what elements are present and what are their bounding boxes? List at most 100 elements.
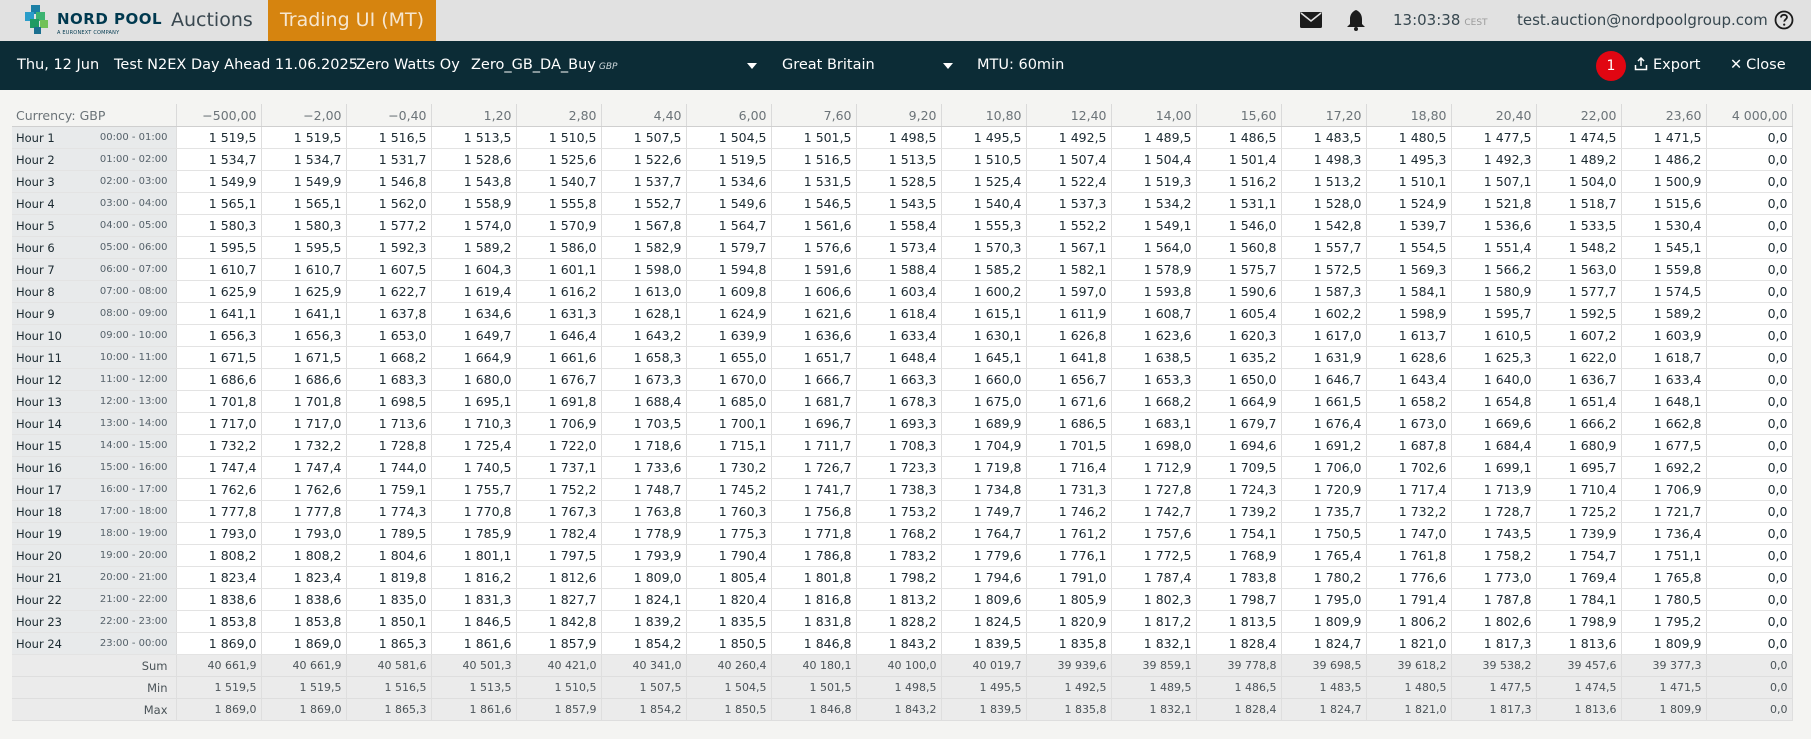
volume-cell[interactable]: 1 787,4	[1111, 566, 1197, 589]
volume-cell[interactable]: 1 577,2	[346, 214, 432, 237]
volume-cell[interactable]: 1 588,4	[856, 258, 942, 281]
volume-cell[interactable]: 1 584,1	[1366, 280, 1452, 303]
volume-cell[interactable]: 1 593,8	[1111, 280, 1197, 303]
volume-cell[interactable]: 1 724,3	[1196, 478, 1282, 501]
volume-cell[interactable]: 1 549,9	[261, 170, 347, 193]
volume-cell[interactable]: 1 633,4	[856, 324, 942, 347]
volume-cell[interactable]: 1 846,5	[431, 610, 517, 633]
volume-cell[interactable]: 1 839,2	[601, 610, 687, 633]
volume-cell[interactable]: 1 726,7	[771, 456, 857, 479]
volume-cell[interactable]: 1 638,5	[1111, 346, 1197, 369]
volume-cell[interactable]: 0,0	[1706, 170, 1793, 193]
volume-cell[interactable]: 1 534,6	[686, 170, 772, 193]
volume-cell[interactable]: 1 676,4	[1281, 412, 1367, 435]
volume-cell[interactable]: 1 495,5	[941, 126, 1027, 149]
volume-cell[interactable]: 0,0	[1706, 324, 1793, 347]
volume-cell[interactable]: 1 549,1	[1111, 214, 1197, 237]
volume-cell[interactable]: 1 565,1	[261, 192, 347, 215]
volume-cell[interactable]: 1 656,3	[176, 324, 262, 347]
volume-cell[interactable]: 1 706,9	[516, 412, 602, 435]
nav-auctions[interactable]: Auctions	[154, 0, 270, 41]
volume-cell[interactable]: 1 854,2	[601, 632, 687, 655]
volume-cell[interactable]: 1 486,2	[1621, 148, 1707, 171]
volume-cell[interactable]: 1 801,1	[431, 544, 517, 567]
volume-cell[interactable]: 1 611,9	[1026, 302, 1112, 325]
volume-cell[interactable]: 1 757,6	[1111, 522, 1197, 545]
volume-cell[interactable]: 1 771,8	[771, 522, 857, 545]
volume-cell[interactable]: 1 666,7	[771, 368, 857, 391]
volume-cell[interactable]: 1 597,0	[1026, 280, 1112, 303]
volume-cell[interactable]: 1 664,9	[1196, 390, 1282, 413]
volume-cell[interactable]: 1 787,8	[1451, 588, 1537, 611]
volume-cell[interactable]: 1 504,0	[1536, 170, 1622, 193]
volume-cell[interactable]: 1 686,6	[176, 368, 262, 391]
volume-cell[interactable]: 1 809,6	[941, 588, 1027, 611]
volume-cell[interactable]: 1 798,7	[1196, 588, 1282, 611]
volume-cell[interactable]: 1 602,2	[1281, 302, 1367, 325]
volume-cell[interactable]: 1 549,6	[686, 192, 772, 215]
volume-cell[interactable]: 1 471,5	[1621, 126, 1707, 149]
volume-cell[interactable]: 1 828,4	[1196, 632, 1282, 655]
volume-cell[interactable]: 1 592,5	[1536, 302, 1622, 325]
volume-cell[interactable]: 1 661,6	[516, 346, 602, 369]
volume-cell[interactable]: 1 775,3	[686, 522, 772, 545]
volume-cell[interactable]: 1 716,4	[1026, 456, 1112, 479]
volume-cell[interactable]: 1 521,8	[1451, 192, 1537, 215]
volume-cell[interactable]: 1 785,9	[431, 522, 517, 545]
volume-cell[interactable]: 1 507,1	[1451, 170, 1537, 193]
volume-cell[interactable]: 1 778,9	[601, 522, 687, 545]
volume-cell[interactable]: 1 548,2	[1536, 236, 1622, 259]
volume-cell[interactable]: 1 654,8	[1451, 390, 1537, 413]
volume-cell[interactable]: 1 783,2	[856, 544, 942, 567]
volume-cell[interactable]: 1 692,2	[1621, 456, 1707, 479]
volume-cell[interactable]: 1 595,7	[1451, 302, 1537, 325]
volume-cell[interactable]: 1 756,8	[771, 500, 857, 523]
export-button[interactable]: Export	[1634, 41, 1700, 90]
volume-cell[interactable]: 1 712,9	[1111, 456, 1197, 479]
volume-cell[interactable]: 1 625,9	[261, 280, 347, 303]
volume-cell[interactable]: 1 763,8	[601, 500, 687, 523]
volume-cell[interactable]: 1 564,0	[1111, 236, 1197, 259]
volume-cell[interactable]: 1 823,4	[176, 566, 262, 589]
volume-cell[interactable]: 1 784,1	[1536, 588, 1622, 611]
volume-cell[interactable]: 1 664,9	[431, 346, 517, 369]
volume-cell[interactable]: 1 764,7	[941, 522, 1027, 545]
volume-cell[interactable]: 1 540,7	[516, 170, 602, 193]
volume-cell[interactable]: 1 791,4	[1366, 588, 1452, 611]
volume-cell[interactable]: 1 683,1	[1111, 412, 1197, 435]
volume-cell[interactable]: 1 805,4	[686, 566, 772, 589]
volume-cell[interactable]: 1 793,0	[261, 522, 347, 545]
volume-cell[interactable]: 1 677,5	[1621, 434, 1707, 457]
volume-cell[interactable]: 1 519,5	[176, 126, 262, 149]
volume-cell[interactable]: 1 518,7	[1536, 192, 1622, 215]
volume-cell[interactable]: 1 666,2	[1536, 412, 1622, 435]
volume-cell[interactable]: 1 580,3	[176, 214, 262, 237]
volume-cell[interactable]: 1 653,0	[346, 324, 432, 347]
volume-cell[interactable]: 1 754,1	[1196, 522, 1282, 545]
volume-cell[interactable]: 1 531,5	[771, 170, 857, 193]
volume-cell[interactable]: 1 564,7	[686, 214, 772, 237]
volume-cell[interactable]: 1 622,7	[346, 280, 432, 303]
volume-cell[interactable]: 1 802,3	[1111, 588, 1197, 611]
volume-cell[interactable]: 1 500,9	[1621, 170, 1707, 193]
volume-cell[interactable]: 1 743,5	[1451, 522, 1537, 545]
volume-cell[interactable]: 1 668,2	[346, 346, 432, 369]
help-icon[interactable]	[1774, 10, 1794, 30]
volume-cell[interactable]: 1 624,9	[686, 302, 772, 325]
volume-cell[interactable]: 1 641,8	[1026, 346, 1112, 369]
volume-cell[interactable]: 1 730,2	[686, 456, 772, 479]
volume-cell[interactable]: 1 699,1	[1451, 456, 1537, 479]
volume-cell[interactable]: 1 719,8	[941, 456, 1027, 479]
volume-cell[interactable]: 1 727,8	[1111, 478, 1197, 501]
volume-cell[interactable]: 1 577,7	[1536, 280, 1622, 303]
volume-cell[interactable]: 1 795,2	[1621, 610, 1707, 633]
volume-cell[interactable]: 1 869,0	[261, 632, 347, 655]
volume-cell[interactable]: 1 791,0	[1026, 566, 1112, 589]
volume-cell[interactable]: 1 850,5	[686, 632, 772, 655]
volume-cell[interactable]: 1 533,5	[1536, 214, 1622, 237]
volume-cell[interactable]: 1 680,9	[1536, 434, 1622, 457]
volume-cell[interactable]: 1 790,4	[686, 544, 772, 567]
volume-cell[interactable]: 1 621,6	[771, 302, 857, 325]
volume-cell[interactable]: 1 831,8	[771, 610, 857, 633]
volume-cell[interactable]: 1 846,8	[771, 632, 857, 655]
